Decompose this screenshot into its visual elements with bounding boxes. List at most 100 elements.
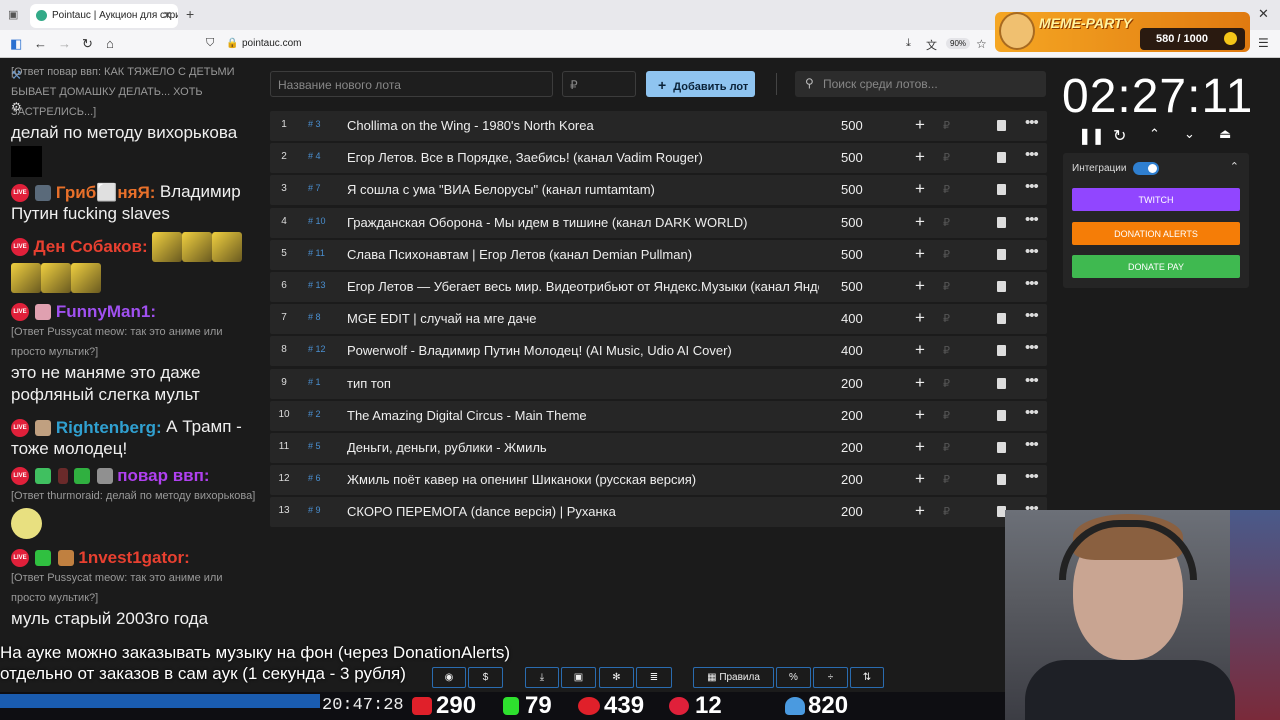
trash-icon[interactable] [997, 184, 1006, 195]
translate-icon[interactable]: 文 [926, 37, 937, 53]
more-options-icon[interactable]: ••• [1025, 339, 1039, 356]
download-button[interactable]: ⤓ [525, 667, 559, 688]
lot-amount[interactable]: 200 [841, 376, 863, 391]
lot-amount[interactable]: 500 [841, 247, 863, 262]
browser-tab[interactable]: Pointauc | Аукцион для стримеров ✕ [30, 4, 178, 28]
donate-button[interactable]: $ [468, 667, 503, 688]
add-amount-icon[interactable]: + [915, 373, 925, 393]
rules-button[interactable]: ▦ Правила [693, 667, 774, 688]
integrations-toggle[interactable] [1133, 162, 1159, 175]
pause-icon[interactable]: ❚❚ [1078, 126, 1105, 146]
lot-title[interactable]: The Amazing Digital Circus - Main Theme [347, 408, 819, 423]
lot-id[interactable]: # 1 [308, 377, 321, 387]
lot-id[interactable]: # 11 [308, 248, 325, 258]
trash-icon[interactable] [997, 474, 1006, 485]
save-button[interactable]: ▣ [561, 667, 596, 688]
subtract-time-icon[interactable]: ⌄ [1184, 126, 1195, 142]
github-button[interactable]: ◉ [432, 667, 466, 688]
trash-icon[interactable] [997, 442, 1006, 453]
add-amount-icon[interactable]: + [915, 179, 925, 199]
add-amount-icon[interactable]: + [915, 115, 925, 135]
lot-amount[interactable]: 200 [841, 504, 863, 519]
new-lot-input[interactable]: Название нового лота [270, 71, 553, 97]
lot-row[interactable]: 6 # 13 Егор Летов — Убегает весь мир. Виде… [270, 272, 1047, 302]
tab-overview-icon[interactable]: ▣ [8, 8, 18, 21]
lock-icon[interactable]: 🔒 [226, 38, 238, 49]
more-options-icon[interactable]: ••• [1025, 146, 1039, 163]
lot-title[interactable]: Гражданская Оборона - Мы идем в тишине (… [347, 215, 819, 230]
add-amount-icon[interactable]: + [915, 147, 925, 167]
menu-icon[interactable]: ☰ [1258, 36, 1269, 50]
lot-title[interactable]: Chollima on the Wing - 1980's North Kore… [347, 118, 819, 133]
trash-icon[interactable] [997, 410, 1006, 421]
more-options-icon[interactable]: ••• [1025, 372, 1039, 389]
add-amount-icon[interactable]: + [915, 308, 925, 328]
lot-amount[interactable]: 500 [841, 215, 863, 230]
url-field[interactable]: pointauc.com [242, 38, 301, 49]
add-amount-icon[interactable]: + [915, 437, 925, 457]
lot-id[interactable]: # 5 [308, 441, 321, 451]
divide-button[interactable]: ÷ [813, 667, 848, 688]
lot-title[interactable]: Егор Летов. Все в Порядке, Заебись! (кан… [347, 150, 819, 165]
lot-row[interactable]: 8 # 12 Powerwolf - Владимир Путин Молодец!… [270, 336, 1047, 366]
trash-icon[interactable] [997, 281, 1006, 292]
add-amount-icon[interactable]: + [915, 405, 925, 425]
more-options-icon[interactable]: ••• [1025, 178, 1039, 195]
lot-amount[interactable]: 500 [841, 150, 863, 165]
lot-id[interactable]: # 6 [308, 473, 321, 483]
trash-icon[interactable] [997, 152, 1006, 163]
reload-icon[interactable]: ↻ [82, 36, 93, 52]
lot-row[interactable]: 1 # 3 Chollima on the Wing - 1980's North … [270, 111, 1047, 141]
add-time-icon[interactable]: ⌃ [1149, 126, 1160, 142]
lot-amount[interactable]: 500 [841, 118, 863, 133]
lot-id[interactable]: # 10 [308, 216, 326, 226]
lot-title[interactable]: Powerwolf - Владимир Путин Молодец! (AI … [347, 343, 819, 358]
more-options-icon[interactable]: ••• [1025, 404, 1039, 421]
search-input[interactable]: ⚲ Поиск среди лотов... [795, 71, 1046, 97]
trash-icon[interactable] [997, 313, 1006, 324]
add-amount-icon[interactable]: + [915, 501, 925, 521]
trash-icon[interactable] [997, 120, 1006, 131]
twitch-button[interactable]: TWITCH [1072, 188, 1240, 211]
lot-amount[interactable]: 200 [841, 408, 863, 423]
new-tab-icon[interactable]: + [186, 6, 194, 22]
add-lot-button[interactable]: + Добавить лот [646, 71, 755, 97]
bug-button[interactable]: ✻ [599, 667, 634, 688]
download-page-icon[interactable]: ⤓ [906, 37, 911, 50]
lot-row[interactable]: 13 # 9 СКОРО ПЕРЕМОГА (dance версія) | Рух… [270, 497, 1047, 527]
lot-title[interactable]: тип топ [347, 376, 819, 391]
lot-amount[interactable]: 500 [841, 182, 863, 197]
donation-alerts-button[interactable]: DONATION ALERTS [1072, 222, 1240, 245]
lot-row[interactable]: 10 # 2 The Amazing Digital Circus - Main T… [270, 401, 1047, 431]
add-amount-icon[interactable]: + [915, 276, 925, 296]
more-options-icon[interactable]: ••• [1025, 307, 1039, 324]
lot-title[interactable]: Егор Летов — Убегает весь мир. Видеотриб… [347, 279, 819, 294]
lot-row[interactable]: 5 # 11 Слава Психонавтам | Егор Летов (кан… [270, 240, 1047, 270]
lot-row[interactable]: 7 # 8 MGE EDIT | случай на мге даче 400 + ₽ ••… [270, 304, 1047, 334]
lot-row[interactable]: 4 # 10 Гражданская Оборона - Мы идем в тиш… [270, 208, 1047, 238]
trash-icon[interactable] [997, 345, 1006, 356]
lot-amount[interactable]: 400 [841, 311, 863, 326]
lot-row[interactable]: 9 # 1 тип топ 200 + ₽ ••• [270, 369, 1047, 399]
lot-title[interactable]: Я сошла с ума "ВИА Белорусы" (канал rumt… [347, 182, 819, 197]
lot-id[interactable]: # 8 [308, 312, 321, 322]
lot-id[interactable]: # 7 [308, 183, 321, 193]
lot-title[interactable]: MGE EDIT | случай на мге даче [347, 311, 819, 326]
lot-id[interactable]: # 13 [308, 280, 326, 290]
close-window-icon[interactable]: ✕ [1258, 6, 1269, 22]
forward-icon[interactable]: → [58, 36, 71, 51]
more-options-icon[interactable]: ••• [1025, 243, 1039, 260]
zoom-level[interactable]: 90% [946, 38, 971, 49]
sort-button[interactable]: ⇅ [850, 667, 884, 688]
more-options-icon[interactable]: ••• [1025, 436, 1039, 453]
lot-amount[interactable]: 400 [841, 343, 863, 358]
lot-id[interactable]: # 4 [308, 151, 321, 161]
lot-title[interactable]: Слава Психонавтам | Егор Летов (канал De… [347, 247, 819, 262]
percent-button[interactable]: % [776, 667, 811, 688]
lot-id[interactable]: # 2 [308, 409, 321, 419]
chevron-up-icon[interactable]: ⌃ [1230, 160, 1239, 173]
lot-row[interactable]: 3 # 7 Я сошла с ума "ВИА Белорусы" (канал … [270, 175, 1047, 205]
lot-row[interactable]: 11 # 5 Деньги, деньги, рублики - Жмиль 200 +… [270, 433, 1047, 463]
more-options-icon[interactable]: ••• [1025, 211, 1039, 228]
lot-id[interactable]: # 3 [308, 119, 321, 129]
